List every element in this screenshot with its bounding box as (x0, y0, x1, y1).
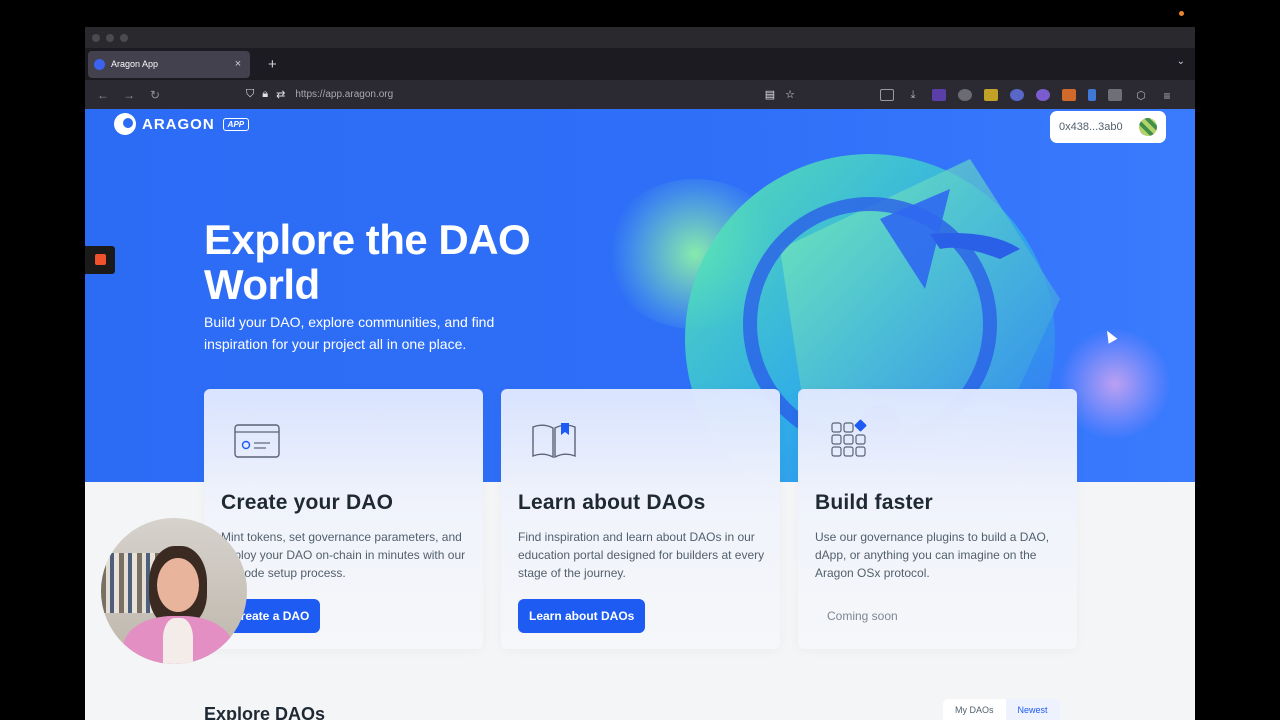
aragon-logo[interactable]: ARAGON APP (114, 113, 250, 135)
metamask-icon[interactable] (1062, 88, 1076, 101)
card-description: Use our governance plugins to build a DA… (815, 530, 1050, 580)
new-tab-button[interactable]: + (268, 56, 277, 73)
card-title: Learn about DAOs (518, 491, 706, 514)
card-description: Mint tokens, set governance parameters, … (221, 530, 466, 580)
filter-newest[interactable]: Newest (1005, 699, 1060, 720)
card-description: Find inspiration and learn about DAOs in… (518, 530, 765, 580)
lock-icon[interactable]: 🔒︎ (262, 88, 268, 101)
extension-7-icon[interactable] (1108, 88, 1122, 101)
browser-window: Aragon App × + ⌄ ← → ↻ ⛉ 🔒︎ ⇄ https://ap… (85, 27, 1195, 720)
hamburger-menu-icon[interactable]: ≡ (1160, 89, 1174, 103)
card-learn-daos: Learn about DAOs Find inspiration and le… (501, 389, 780, 649)
downloads-icon[interactable]: ⤓ (906, 89, 920, 101)
dao-filter-toggle: My DAOs Newest (943, 699, 1060, 720)
card-title: Create your DAO (221, 491, 394, 514)
extension-5-icon[interactable] (1036, 88, 1050, 101)
wallet-avatar-icon (1139, 118, 1157, 136)
coming-soon-button: Coming soon (815, 599, 910, 633)
explore-daos-heading: Explore DAOs (204, 704, 326, 720)
recording-indicator-icon (1179, 11, 1184, 16)
logo-app-badge: APP (222, 117, 250, 131)
url-text[interactable]: https://app.aragon.org (295, 89, 393, 100)
page-viewport: ARAGON APP 0x438...3ab0 Explore the DAO … (85, 109, 1195, 720)
tab-aragon-app[interactable]: Aragon App × (88, 50, 250, 78)
wallet-address: 0x438...3ab0 (1059, 121, 1123, 133)
extensions-toolbar: ⤓ ⬡ ≡ (880, 80, 1174, 109)
aragon-favicon-icon (94, 58, 105, 70)
address-bar[interactable]: ⛉ 🔒︎ ⇄ https://app.aragon.org ▤ ☆ (240, 82, 803, 107)
hero-subtitle: Build your DAO, explore communities, and… (204, 314, 495, 352)
tab-list-chevron-icon[interactable]: ⌄ (1177, 56, 1185, 67)
stop-recording-button[interactable] (85, 246, 115, 274)
window-titlebar (85, 27, 1195, 48)
tab-strip: Aragon App × + ⌄ (85, 48, 1195, 80)
bookmark-star-icon[interactable]: ☆ (785, 88, 795, 101)
extension-4-icon[interactable] (1010, 88, 1024, 101)
pocket-icon[interactable] (880, 88, 894, 101)
extension-2-icon[interactable] (958, 88, 972, 101)
learn-about-daos-button[interactable]: Learn about DAOs (518, 599, 646, 633)
extension-3-icon[interactable] (984, 88, 998, 101)
plugin-grid-icon (831, 419, 867, 457)
open-book-icon (532, 423, 576, 459)
reload-button[interactable]: ↻ (142, 88, 168, 102)
forward-button[interactable]: → (116, 88, 142, 102)
presenter-shirt (163, 618, 193, 664)
reader-view-icon[interactable]: ▤ (765, 88, 775, 101)
wallet-button[interactable]: 0x438...3ab0 (1050, 111, 1166, 143)
extension-6-icon[interactable] (1088, 88, 1096, 101)
back-button[interactable]: ← (90, 88, 116, 102)
card-title: Build faster (815, 491, 933, 514)
maximize-window-button[interactable] (120, 33, 128, 42)
tracking-protection-shield-icon[interactable]: ⛉ (246, 88, 254, 101)
tab-title: Aragon App (111, 59, 159, 69)
hero-title: Explore the DAO World (204, 216, 531, 308)
webcam-overlay (101, 518, 247, 664)
tab-close-icon[interactable]: × (232, 58, 244, 70)
permissions-icon[interactable]: ⇄ (276, 88, 285, 101)
logo-wordmark: ARAGON (142, 115, 215, 133)
browser-window-icon (234, 424, 280, 458)
card-build-faster: Build faster Use our governance plugins … (798, 389, 1077, 649)
extension-1-icon[interactable] (932, 88, 946, 101)
presenter-face (157, 558, 199, 612)
extensions-puzzle-icon[interactable]: ⬡ (1134, 89, 1148, 102)
minimize-window-button[interactable] (106, 33, 114, 42)
card-create-dao: Create your DAO Mint tokens, set governa… (204, 389, 483, 649)
navigation-bar: ← → ↻ ⛉ 🔒︎ ⇄ https://app.aragon.org ▤ ☆ … (85, 80, 1195, 109)
address-bar-actions: ▤ ☆ (765, 88, 795, 101)
filter-my-daos[interactable]: My DAOs (943, 699, 1006, 720)
aragon-logo-icon (114, 113, 136, 135)
close-window-button[interactable] (92, 33, 100, 42)
screen: Aragon App × + ⌄ ← → ↻ ⛉ 🔒︎ ⇄ https://ap… (0, 0, 1280, 720)
